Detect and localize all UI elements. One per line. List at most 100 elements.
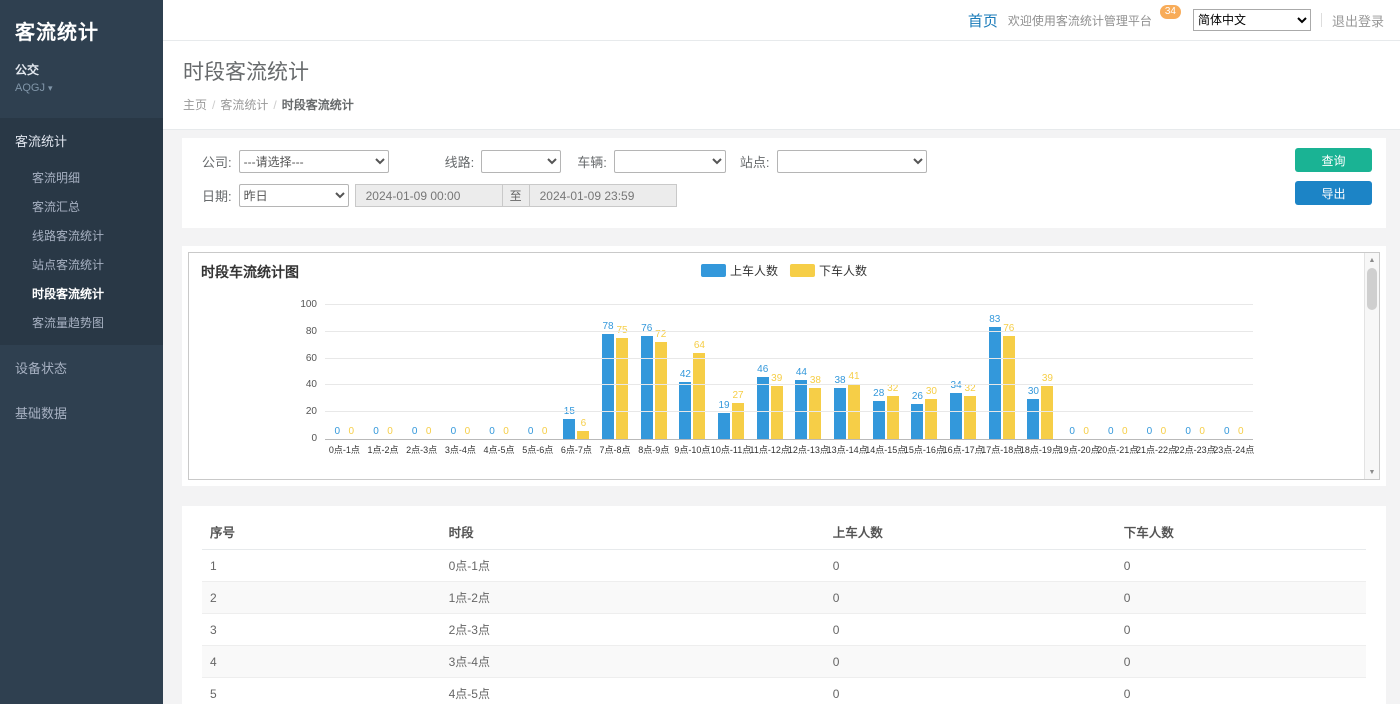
legend-item[interactable]: 上车人数 [701,262,778,279]
x-axis-label: 21点-22点 [1137,443,1176,456]
table-cell: 4 [202,646,441,678]
chart-bar[interactable] [693,353,705,439]
chart-bar[interactable] [655,342,667,439]
chart-bar[interactable] [602,334,614,439]
chart-gridline [325,384,1253,385]
sidebar-section-device-status[interactable]: 设备状态 [0,345,163,390]
sidebar-menu-item[interactable]: 站点客流统计 [0,250,163,279]
sidebar-menu-item[interactable]: 客流汇总 [0,192,163,221]
scroll-up-icon[interactable]: ▲ [1365,253,1379,267]
sidebar-menu-item[interactable]: 客流明细 [0,163,163,192]
nav-group-passenger-stats: 客流统计 客流明细客流汇总线路客流统计站点客流统计时段客流统计客流量趋势图 [0,118,163,345]
x-axis-label: 6点-7点 [557,443,596,456]
legend-swatch-icon [701,264,726,277]
chart-bar[interactable] [964,396,976,439]
x-axis-label: 11点-12点 [750,443,789,456]
station-filter: 站点: [740,150,927,173]
chart-gridline [325,304,1253,305]
home-link[interactable]: 首页 [968,10,998,31]
chart-bar[interactable] [1041,386,1053,439]
chart-bar-column: 6 [577,305,589,439]
chart-header: 时段车流统计图 上车人数下车人数 [189,253,1379,279]
legend-label: 上车人数 [730,262,778,279]
chart-bar[interactable] [809,388,821,439]
chart-bar-group: 00 [364,305,403,439]
bar-value-label: 26 [912,392,923,402]
chart-bar-column: 76 [1003,305,1015,439]
breadcrumb: 主页/客流统计/时段客流统计 [183,96,1380,113]
chart-bar[interactable] [887,396,899,439]
chart-bar[interactable] [925,399,937,440]
x-axis-label: 12点-13点 [789,443,828,456]
chart-bar-group: 00 [518,305,557,439]
table-cell: 3 [202,614,441,646]
logout-link[interactable]: 退出登录 [1332,11,1384,30]
chart-bar[interactable] [911,404,923,439]
sidebar-menu-item[interactable]: 时段客流统计 [0,279,163,308]
scroll-down-icon[interactable]: ▼ [1365,465,1379,479]
sidebar-menu-item[interactable]: 线路客流统计 [0,221,163,250]
vehicle-label: 车辆: [577,152,607,171]
line-select[interactable] [481,150,561,173]
chart-bar-column: 0 [1143,305,1155,439]
bar-value-label: 0 [1122,427,1128,437]
sidebar-section-passenger-stats[interactable]: 客流统计 [0,118,163,163]
x-axis-label: 17点-18点 [982,443,1021,456]
legend-item[interactable]: 下车人数 [790,262,867,279]
start-date-input[interactable] [355,184,503,207]
chart-bar-column: 0 [461,305,473,439]
legend-label: 下车人数 [819,262,867,279]
chart-bar[interactable] [641,336,653,439]
chart-bar[interactable] [989,327,1001,439]
company-select[interactable]: ---请选择--- [239,150,389,173]
table-cell: 5 [202,678,441,704]
chart-bar[interactable] [834,388,846,439]
x-axis-label: 5点-6点 [518,443,557,456]
filter-row-selects: 公司: ---请选择--- 线路: 车辆: 站点: [202,149,1372,174]
chart-bar[interactable] [718,413,730,439]
chart-bar-group: 4639 [750,305,789,439]
chart-bar[interactable] [950,393,962,439]
language-select[interactable]: 简体中文 [1193,9,1311,31]
table-row: 10点-1点00 [202,550,1366,582]
chart-bar[interactable] [757,377,769,439]
bar-value-label: 76 [641,324,652,334]
vehicle-select[interactable] [614,150,726,173]
chart-bar[interactable] [1003,336,1015,439]
breadcrumb-item[interactable]: 客流统计 [220,98,268,112]
export-button[interactable]: 导出 [1295,181,1372,205]
chart-bar[interactable] [1027,399,1039,440]
breadcrumb-separator: / [273,98,276,112]
chart-bar[interactable] [616,338,628,439]
sidebar-section-base-data[interactable]: 基础数据 [0,390,163,435]
date-preset-select[interactable]: 昨日 [239,184,349,207]
notification-badge[interactable]: 34 [1160,5,1181,19]
chart-bar[interactable] [563,419,575,439]
query-button[interactable]: 查询 [1295,148,1372,172]
scrollbar-thumb[interactable] [1367,268,1377,310]
chart-scrollbar[interactable]: ▲ ▼ [1364,253,1379,479]
end-date-input[interactable] [529,184,677,207]
chart-bar[interactable] [795,380,807,439]
breadcrumb-item[interactable]: 主页 [183,98,207,112]
sidebar-menu-item[interactable]: 客流量趋势图 [0,308,163,337]
main-area: 首页 欢迎使用客流统计管理平台 34 简体中文 退出登录 时段客流统计 主页/客… [163,0,1400,704]
table-cell: 0 [1116,646,1366,678]
chart-bar-column: 0 [500,305,512,439]
x-axis-label: 7点-8点 [596,443,635,456]
welcome-text: 欢迎使用客流统计管理平台 [1008,12,1152,29]
bar-value-label: 76 [1003,324,1014,334]
chart-bar-group: 3841 [828,305,867,439]
org-selector[interactable]: AQGJ▾ [15,82,148,94]
chart-bar-group: 8376 [982,305,1021,439]
table-cell: 3点-4点 [441,646,825,678]
table-cell: 0 [1116,678,1366,704]
chart-bar[interactable] [771,386,783,439]
bar-value-label: 41 [849,372,860,382]
chart-bar[interactable] [732,403,744,439]
chart-bar[interactable] [577,431,589,439]
chart-bar[interactable] [873,401,885,439]
chart-bar-column: 42 [679,305,691,439]
station-select[interactable] [777,150,927,173]
table-header-cell: 序号 [202,514,441,550]
